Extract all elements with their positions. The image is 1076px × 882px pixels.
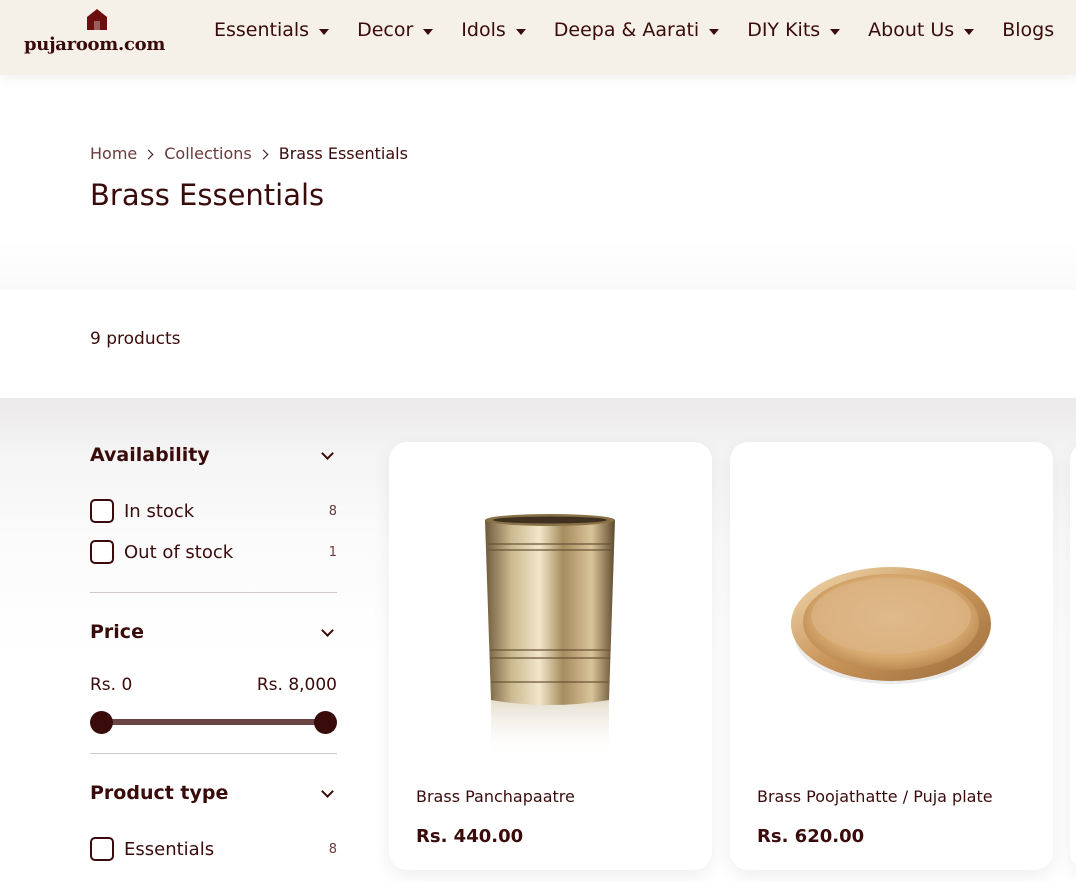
product-card[interactable]: Brass Panchapaatre Rs. 440.00 [389,442,712,870]
nav-item-about-us[interactable]: About Us [868,17,975,43]
filter-option-count: 8 [328,841,337,857]
essentials-checkbox[interactable] [90,837,114,861]
nav-label: Blogs [1002,19,1055,41]
filter-title: Product type [90,782,229,804]
filter-availability-toggle[interactable]: Availability [90,441,337,469]
chevron-down-icon [321,446,334,460]
price-range-labels: Rs. 0 Rs. 8,000 [90,675,337,695]
chevron-right-icon [143,149,154,160]
nav-label: Decor [357,19,414,41]
page-title: Brass Essentials [90,178,325,212]
breadcrumb-home-link[interactable]: Home [90,144,137,163]
nav-label: About Us [868,19,955,41]
logo[interactable]: pujaroom.com [24,8,172,58]
filter-option-label: Essentials [124,838,215,860]
filter-option-out-of-stock[interactable]: Out of stock 1 [90,539,337,565]
breadcrumb: Home Collections Brass Essentials [90,144,408,163]
temple-logo-icon [87,9,107,30]
caret-down-icon [964,28,975,35]
nav-item-essentials[interactable]: Essentials [214,17,330,43]
caret-down-icon [515,28,526,35]
filter-option-label: Out of stock [124,541,234,563]
nav-item-decor[interactable]: Decor [357,17,434,43]
nav-label: DIY Kits [747,19,821,41]
breadcrumb-current: Brass Essentials [278,144,408,163]
product-price: Rs. 620.00 [757,826,865,847]
logo-text: pujaroom.com [24,34,166,55]
product-price: Rs. 440.00 [416,826,524,847]
nav-label: Idols [461,19,506,41]
product-name[interactable]: Brass Poojathatte / Puja plate [757,787,993,806]
caret-down-icon [709,28,720,35]
filter-title: Availability [90,444,210,466]
price-slider-min-handle[interactable] [90,711,113,734]
in-stock-checkbox[interactable] [90,499,114,523]
filter-option-count: 8 [328,503,337,519]
product-name[interactable]: Brass Panchapaatre [416,787,575,806]
chevron-down-icon [321,784,334,798]
product-card[interactable]: Brass Poojathatte / Puja plate Rs. 620.0… [730,442,1053,870]
price-min-label: Rs. 0 [90,675,133,695]
nav-item-blogs[interactable]: Blogs [1002,17,1054,43]
nav-item-idols[interactable]: Idols [461,17,526,43]
caret-down-icon [830,28,841,35]
product-image-brass-panchapaatre[interactable] [389,502,712,762]
filter-option-label: In stock [124,500,195,522]
caret-down-icon [423,28,434,35]
filter-product-type-toggle[interactable]: Product type [90,779,337,807]
product-image-brass-puja-plate[interactable] [730,502,1053,762]
filter-price-toggle[interactable]: Price [90,618,337,646]
filter-divider [90,592,337,593]
chevron-right-icon [258,149,269,160]
main-nav: Essentials Decor Idols Deepa & Aarati DI… [214,17,1054,43]
chevron-down-icon [321,623,334,637]
site-header: pujaroom.com Essentials Decor Idols Deep… [0,0,1076,75]
product-card-partial[interactable] [1070,442,1076,870]
filter-option-in-stock[interactable]: In stock 8 [90,498,337,524]
product-count: 9 products [90,329,181,349]
nav-label: Deepa & Aarati [553,19,700,41]
caret-down-icon [319,28,330,35]
price-slider-track[interactable] [101,719,326,725]
breadcrumb-collections-link[interactable]: Collections [164,144,251,163]
filter-option-essentials[interactable]: Essentials 8 [90,836,337,862]
price-max-label: Rs. 8,000 [256,675,337,695]
nav-item-deepa-aarati[interactable]: Deepa & Aarati [553,17,720,43]
nav-item-diy-kits[interactable]: DIY Kits [747,17,841,43]
filter-option-count: 1 [328,544,337,560]
filter-title: Price [90,621,144,643]
filter-divider [90,753,337,754]
out-of-stock-checkbox[interactable] [90,540,114,564]
nav-label: Essentials [214,19,310,41]
section-divider-band [0,240,1076,290]
price-slider-max-handle[interactable] [314,711,337,734]
